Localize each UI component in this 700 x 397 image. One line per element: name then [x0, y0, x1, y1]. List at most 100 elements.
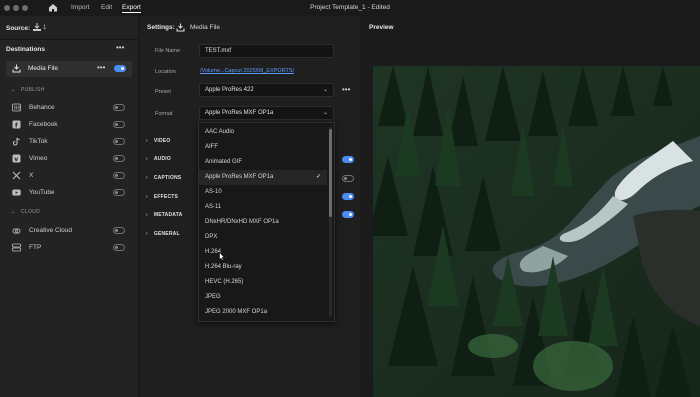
format-option[interactable]: DPX	[199, 230, 327, 245]
destination-ftp[interactable]: FTP	[0, 241, 139, 255]
format-select[interactable]: Apple ProRes MXF OP1a ⌄	[199, 106, 334, 120]
chevron-down-icon: ⌄	[11, 209, 16, 215]
destination-label: X	[29, 172, 34, 179]
youtube-toggle[interactable]	[113, 189, 125, 196]
option-label: H.264 Blu-ray	[205, 264, 242, 270]
chevron-down-icon: ⌄	[11, 87, 16, 93]
section-captions[interactable]: › CAPTIONS	[146, 175, 181, 181]
publish-heading: PUBLISH	[21, 87, 45, 93]
format-option[interactable]: JPEG 2000 MXF OP1a	[199, 305, 327, 320]
destination-creative-cloud[interactable]: Creative Cloud	[0, 224, 139, 238]
format-option[interactable]: DNxHR/DNxHD MXF OP1a	[199, 215, 327, 230]
x-icon	[12, 171, 21, 180]
option-label: Animated GIF	[205, 159, 243, 165]
location-link[interactable]: /Volume...Capcut 2025/08_EXPORTS/	[200, 68, 294, 74]
option-label: JPEG	[205, 294, 221, 300]
effects-toggle[interactable]	[342, 193, 354, 200]
option-label: AS-11	[205, 204, 222, 210]
destinations-title: Destinations	[6, 46, 46, 53]
media-file-destination[interactable]: Media File •••	[6, 61, 132, 77]
metadata-toggle[interactable]	[342, 211, 354, 218]
section-label: GENERAL	[153, 231, 180, 237]
destination-x[interactable]: X	[0, 169, 139, 183]
tiktok-icon	[12, 137, 20, 146]
facebook-icon: f	[12, 120, 21, 129]
preset-label: Preset	[155, 89, 171, 95]
tiktok-toggle[interactable]	[113, 138, 125, 145]
destination-tiktok[interactable]: TikTok	[0, 135, 139, 149]
svg-text:Bē: Bē	[14, 106, 21, 112]
preset-select[interactable]: Apple ProRes 422 ⌄	[199, 83, 334, 97]
section-video[interactable]: › VIDEO	[146, 138, 170, 144]
section-label: CAPTIONS	[153, 175, 182, 181]
media-file-icon	[176, 23, 185, 32]
youtube-icon	[12, 189, 21, 196]
creative-cloud-toggle[interactable]	[113, 227, 125, 234]
svg-text:v: v	[14, 156, 18, 163]
media-file-more-icon[interactable]: •••	[97, 63, 105, 72]
dropdown-scrollbar[interactable]	[329, 127, 332, 317]
format-option[interactable]: HEVC (H.265)	[199, 275, 327, 290]
option-label: AAC Audio	[205, 129, 235, 135]
format-option[interactable]: AIFF	[199, 140, 327, 155]
mouse-cursor-icon	[219, 252, 225, 261]
behance-toggle[interactable]	[113, 104, 125, 111]
format-option[interactable]: JPEG	[199, 290, 327, 305]
destination-vimeo[interactable]: v Vimeo	[0, 152, 139, 166]
ftp-toggle[interactable]	[113, 244, 125, 251]
preview-title: Preview	[369, 24, 394, 31]
section-label: METADATA	[153, 212, 183, 218]
format-dropdown-menu: AAC Audio AIFF Animated GIF Apple ProRes…	[198, 122, 335, 322]
destination-label: TikTok	[29, 138, 48, 145]
preset-more-icon[interactable]: •••	[342, 85, 350, 94]
dropdown-scroll-thumb[interactable]	[329, 129, 332, 217]
format-label: Format	[155, 111, 173, 117]
forest-waterfall-image	[373, 66, 700, 397]
section-general[interactable]: › GENERAL	[146, 231, 180, 237]
media-file-toggle[interactable]	[114, 65, 126, 72]
destination-facebook[interactable]: f Facebook	[0, 118, 139, 132]
section-metadata[interactable]: › METADATA	[146, 212, 182, 218]
destination-label: Behance	[29, 104, 55, 111]
destination-label: Creative Cloud	[29, 227, 72, 234]
publish-section-header[interactable]: ⌄ PUBLISH	[11, 87, 45, 93]
section-effects[interactable]: › EFFECTS	[146, 194, 178, 200]
section-label: EFFECTS	[153, 194, 179, 200]
captions-toggle[interactable]	[342, 175, 354, 182]
media-file-icon	[12, 64, 21, 73]
location-label: Location	[155, 69, 176, 75]
vimeo-toggle[interactable]	[113, 155, 125, 162]
format-option[interactable]: Animated GIF	[199, 155, 327, 170]
file-name-input[interactable]: TEST.mxf	[199, 44, 334, 58]
destination-label: FTP	[29, 244, 42, 251]
destination-label: Vimeo	[29, 155, 48, 162]
chevron-right-icon: ›	[146, 194, 148, 200]
option-label: Apple ProRes MXF OP1a	[205, 174, 274, 180]
audio-toggle[interactable]	[342, 156, 354, 163]
cloud-heading: CLOUD	[21, 209, 41, 215]
settings-destination-name: Media File	[190, 24, 220, 31]
document-title: Project Template_1 - Edited	[310, 4, 390, 11]
format-option[interactable]: H.264 Blu-ray	[199, 260, 327, 275]
media-file-label: Media File	[28, 65, 58, 72]
destination-label: YouTube	[29, 189, 55, 196]
cloud-section-header[interactable]: ⌄ CLOUD	[11, 209, 41, 215]
destination-label: Facebook	[29, 121, 58, 128]
x-toggle[interactable]	[113, 172, 125, 179]
format-value: Apple ProRes MXF OP1a	[205, 110, 274, 116]
option-label: DPX	[205, 234, 218, 240]
chevron-down-icon: ⌄	[322, 110, 328, 116]
destination-youtube[interactable]: YouTube	[0, 186, 139, 200]
format-option[interactable]: AAC Audio	[199, 125, 327, 140]
settings-title: Settings:	[147, 24, 175, 31]
source-icon[interactable]	[32, 22, 42, 32]
preset-value: Apple ProRes 422	[205, 87, 254, 93]
section-audio[interactable]: › AUDIO	[146, 156, 171, 162]
destinations-more-icon[interactable]: •••	[116, 43, 124, 52]
format-option-selected[interactable]: Apple ProRes MXF OP1a ✓	[199, 170, 327, 185]
destination-behance[interactable]: Bē Behance	[0, 101, 139, 115]
facebook-toggle[interactable]	[113, 121, 125, 128]
format-option[interactable]: AS-11	[199, 200, 327, 215]
format-option[interactable]: AS-10	[199, 185, 327, 200]
creative-cloud-icon	[12, 228, 21, 234]
